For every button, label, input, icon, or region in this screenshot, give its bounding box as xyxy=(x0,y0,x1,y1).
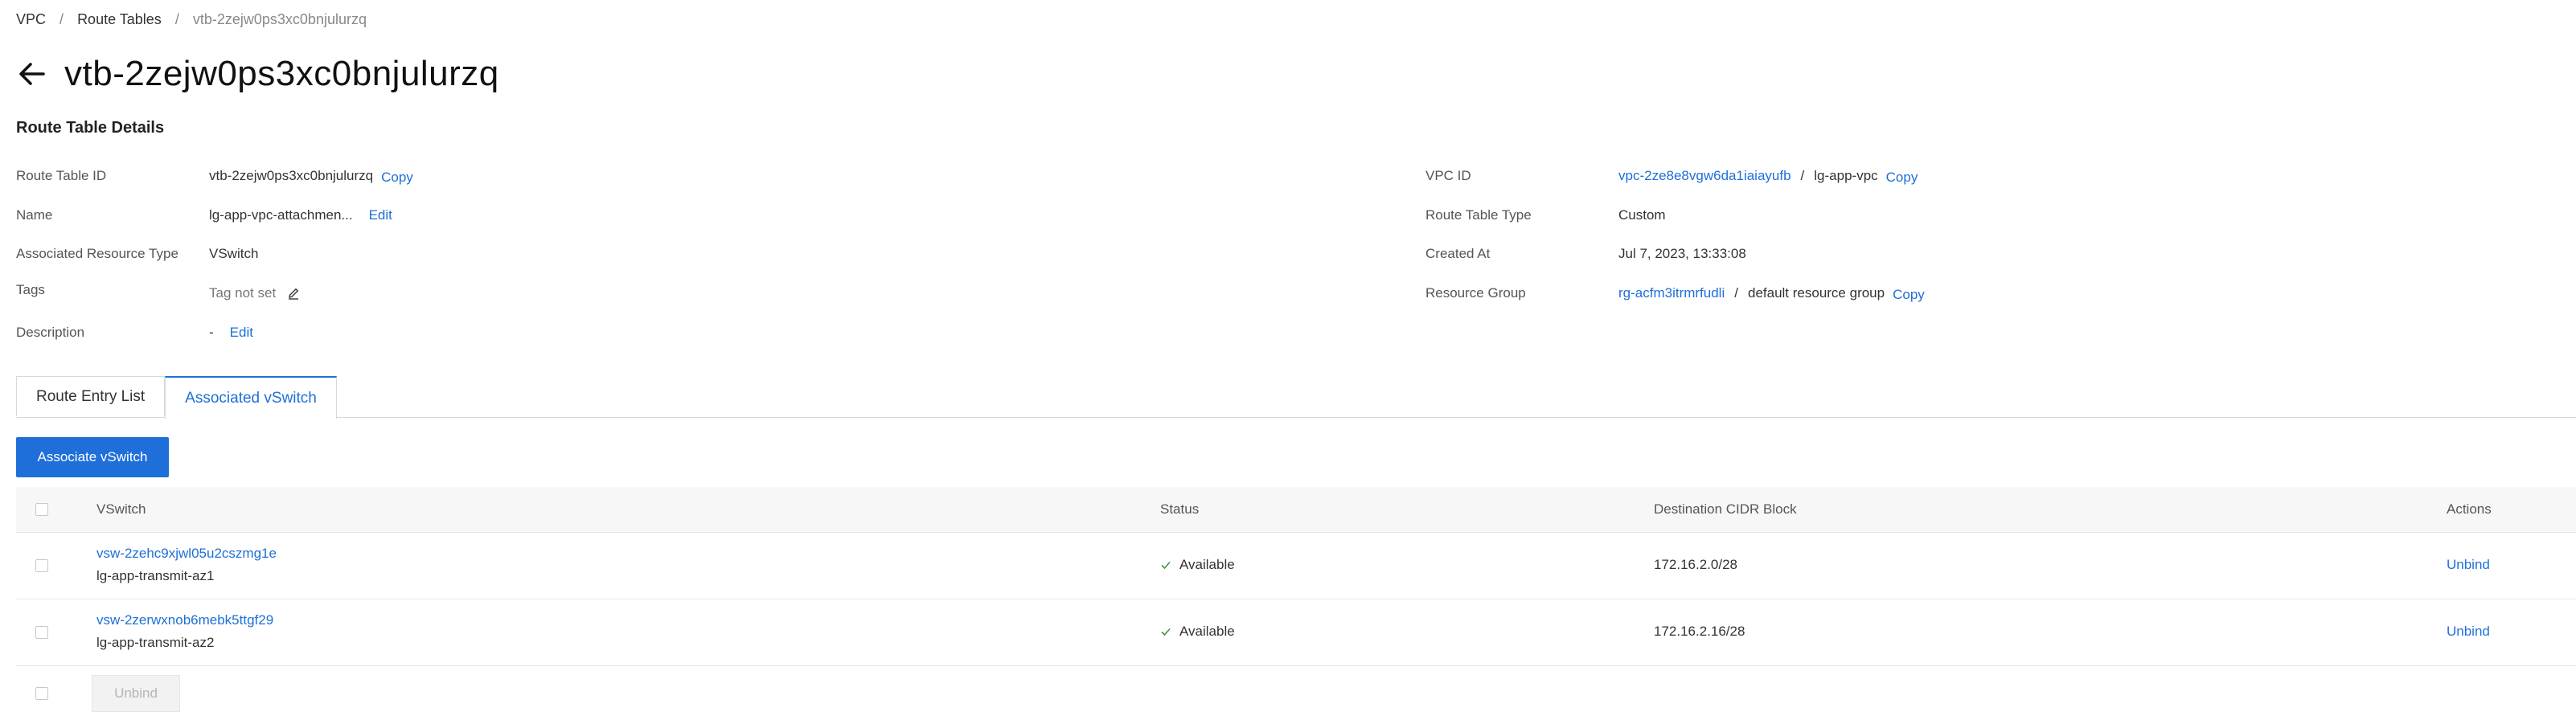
detail-created-at: Created At Jul 7, 2023, 13:33:08 xyxy=(1425,243,1746,264)
copy-resource-group-button[interactable]: Copy xyxy=(1893,287,1925,303)
breadcrumb-separator: / xyxy=(174,11,179,27)
breadcrumb: VPC / Route Tables / vtb-2zejw0ps3xc0bnj… xyxy=(16,11,367,28)
edit-description-button[interactable]: Edit xyxy=(230,325,253,341)
resource-type-label: Associated Resource Type xyxy=(16,246,178,261)
vswitch-table: VSwitch Status Destination CIDR Block Ac… xyxy=(16,487,2576,666)
vpc-name-value: lg-app-vpc xyxy=(1814,168,1878,183)
tags-label: Tags xyxy=(16,282,45,297)
name-value: lg-app-vpc-attachmen... xyxy=(209,207,353,223)
vpc-id-label: VPC ID xyxy=(1425,168,1471,183)
description-value: - xyxy=(209,325,214,340)
resource-group-link[interactable]: rg-acfm3itrmrfudli xyxy=(1618,285,1725,301)
unbind-button[interactable]: Unbind xyxy=(2447,557,2490,573)
batch-actions-bar: Unbind xyxy=(16,675,180,712)
section-title: Route Table Details xyxy=(16,119,165,137)
cidr-value: 172.16.2.0/28 xyxy=(1654,557,1737,572)
breadcrumb-separator: / xyxy=(59,11,64,27)
status-text: Available xyxy=(1179,557,1235,572)
vswitch-name: lg-app-transmit-az2 xyxy=(96,635,215,650)
row-checkbox[interactable] xyxy=(35,559,48,572)
associate-vswitch-button[interactable]: Associate vSwitch xyxy=(16,437,169,477)
header-cidr: Destination CIDR Block xyxy=(1654,501,1797,517)
breadcrumb-route-tables[interactable]: Route Tables xyxy=(77,11,162,27)
table-header: VSwitch Status Destination CIDR Block Ac… xyxy=(16,487,2576,533)
edit-name-button[interactable]: Edit xyxy=(369,207,392,223)
name-label: Name xyxy=(16,207,53,223)
tab-associated-vswitch[interactable]: Associated vSwitch xyxy=(165,376,337,419)
detail-vpc-id: VPC ID vpc-2ze8e8vgw6da1iaiayufb / lg-ap… xyxy=(1425,166,1918,186)
resource-group-separator: / xyxy=(1734,285,1738,301)
vswitch-cell: vsw-2zehc9xjwl05u2cszmg1e lg-app-transmi… xyxy=(96,546,277,584)
header-status: Status xyxy=(1160,501,1200,517)
table-row: vsw-2zehc9xjwl05u2cszmg1e lg-app-transmi… xyxy=(16,533,2576,599)
vswitch-cell: vsw-2zerwxnob6mebk5ttgf29 lg-app-transmi… xyxy=(96,612,273,651)
detail-route-table-id: Route Table ID vtb-2zejw0ps3xc0bnjulurzq… xyxy=(16,166,413,186)
resource-group-name-value: default resource group xyxy=(1747,285,1885,301)
detail-description: Description - Edit xyxy=(16,322,253,343)
detail-resource-group: Resource Group rg-acfm3itrmrfudli / defa… xyxy=(1425,283,1925,304)
detail-name: Name lg-app-vpc-attachmen... Edit xyxy=(16,205,392,226)
vswitch-id-link[interactable]: vsw-2zerwxnob6mebk5ttgf29 xyxy=(96,612,273,628)
created-at-label: Created At xyxy=(1425,246,1491,261)
back-arrow-icon[interactable] xyxy=(16,58,48,90)
description-label: Description xyxy=(16,325,85,340)
resource-type-value: VSwitch xyxy=(209,246,259,261)
route-table-type-value: Custom xyxy=(1618,207,1666,223)
status-text: Available xyxy=(1179,624,1235,639)
copy-vpc-id-button[interactable]: Copy xyxy=(1886,170,1918,186)
header-actions: Actions xyxy=(2447,501,2492,517)
tabs-divider xyxy=(16,417,2576,418)
tags-value: Tag not set xyxy=(209,285,277,301)
vswitch-name: lg-app-transmit-az1 xyxy=(96,568,215,583)
vpc-id-link[interactable]: vpc-2ze8e8vgw6da1iaiayufb xyxy=(1618,168,1791,184)
header-vswitch: VSwitch xyxy=(96,501,146,517)
select-all-checkbox[interactable] xyxy=(35,503,48,516)
tab-bar: Route Entry List Associated vSwitch xyxy=(16,376,337,419)
tab-route-entry-list[interactable]: Route Entry List xyxy=(16,376,166,416)
route-table-id-label: Route Table ID xyxy=(16,168,107,183)
batch-select-checkbox[interactable] xyxy=(35,687,48,700)
check-icon xyxy=(1161,628,1171,636)
vswitch-id-link[interactable]: vsw-2zehc9xjwl05u2cszmg1e xyxy=(96,546,277,562)
title-row: vtb-2zejw0ps3xc0bnjulurzq xyxy=(16,50,499,98)
detail-tags: Tags Tag not set xyxy=(16,282,300,304)
detail-resource-type: Associated Resource Type VSwitch xyxy=(16,243,258,264)
copy-route-table-id-button[interactable]: Copy xyxy=(381,170,413,186)
unbind-button[interactable]: Unbind xyxy=(2447,624,2490,640)
breadcrumb-current: vtb-2zejw0ps3xc0bnjulurzq xyxy=(192,11,367,27)
breadcrumb-vpc[interactable]: VPC xyxy=(16,11,46,27)
created-at-value: Jul 7, 2023, 13:33:08 xyxy=(1618,246,1746,261)
row-checkbox[interactable] xyxy=(35,626,48,639)
table-row: vsw-2zerwxnob6mebk5ttgf29 lg-app-transmi… xyxy=(16,599,2576,666)
route-table-type-label: Route Table Type xyxy=(1425,207,1532,223)
detail-route-table-type: Route Table Type Custom xyxy=(1425,205,1666,226)
route-table-id-value: vtb-2zejw0ps3xc0bnjulurzq xyxy=(209,168,374,183)
vpc-id-separator: / xyxy=(1800,168,1805,183)
status-cell: Available xyxy=(1160,624,1235,640)
check-icon xyxy=(1161,561,1171,570)
batch-unbind-button[interactable]: Unbind xyxy=(92,675,180,712)
page-title: vtb-2zejw0ps3xc0bnjulurzq xyxy=(64,54,499,93)
cidr-value: 172.16.2.16/28 xyxy=(1654,624,1745,639)
edit-tags-icon[interactable] xyxy=(287,287,300,300)
status-cell: Available xyxy=(1160,557,1235,573)
resource-group-label: Resource Group xyxy=(1425,285,1526,301)
